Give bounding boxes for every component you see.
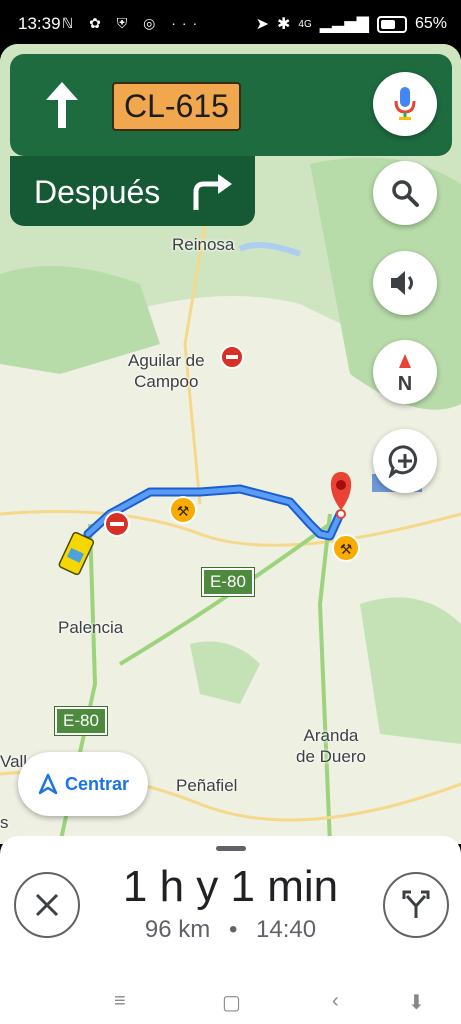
place-label: Reinosa — [172, 235, 235, 254]
voice-search-button[interactable] — [373, 72, 437, 136]
battery-level — [380, 19, 395, 29]
road-name-badge: CL-615 — [112, 82, 241, 131]
no-entry-icon — [104, 511, 130, 537]
home-icon[interactable]: ▢ — [222, 990, 241, 1015]
svg-text:N: N — [398, 373, 412, 392]
vehicle-icon — [58, 531, 95, 576]
no-entry-icon — [220, 345, 244, 369]
trip-distance: 96 km — [144, 916, 211, 943]
turn-right-icon — [193, 174, 232, 210]
destination-pin-icon[interactable] — [330, 472, 352, 519]
status-bar: 13:39 ℕ ✿ ⛨ ◎ ··· ➤ ✱ 4G ▂▃▅▇ 65% — [0, 0, 461, 44]
recenter-label: Centrar — [64, 773, 130, 794]
status-right: ➤ ✱ 4G ▂▃▅▇ 65% — [256, 14, 447, 34]
trip-sheet: 1 h y 1 min 96 km • 14:40 — [0, 836, 461, 986]
road-shield: E-80 — [54, 706, 108, 736]
separator-dot: • — [228, 916, 238, 943]
microphone-icon — [394, 87, 416, 120]
svg-text:⚒: ⚒ — [340, 541, 353, 557]
alternate-routes-button[interactable] — [383, 872, 449, 938]
roadwork-icon: ⚒ — [169, 496, 197, 524]
next-turn-label: Después — [34, 174, 161, 210]
compass-button[interactable]: N — [373, 340, 437, 404]
battery-icon — [376, 15, 407, 33]
volume-icon — [391, 271, 413, 295]
report-button[interactable] — [373, 429, 437, 493]
menu-icon[interactable]: ≡ — [114, 990, 126, 1013]
sound-button[interactable] — [373, 251, 437, 315]
signal-label: 4G — [298, 18, 312, 30]
recenter-button[interactable]: Centrar — [18, 752, 148, 816]
compass-north-icon: N — [398, 354, 412, 392]
road-shield: E-80 — [201, 567, 255, 597]
roadwork-icon: ⚒ — [332, 534, 360, 562]
fork-routes-icon — [402, 890, 430, 918]
status-time: 13:39 — [18, 14, 61, 33]
back-icon[interactable]: ‹ — [332, 990, 339, 1013]
location-icon: ➤ — [255, 16, 269, 33]
sheet-handle[interactable] — [216, 846, 246, 851]
assistant-icon[interactable]: ⬇ — [408, 990, 425, 1015]
system-nav-bar: ≡ ▢ ‹ ⬇ — [0, 986, 461, 1024]
notification-icons: ℕ ✿ ⛨ ◎ ··· — [62, 15, 204, 31]
navigation-arrow-icon — [38, 773, 58, 795]
place-label: Aranda de Duero — [296, 726, 366, 766]
search-button[interactable] — [373, 161, 437, 225]
place-label: Aguilar de Campoo — [128, 351, 205, 391]
place-label: Palencia — [58, 618, 124, 637]
signal-icon: ▂▃▅▇ — [319, 16, 369, 33]
battery-percent: 65% — [414, 15, 447, 32]
search-icon — [392, 180, 419, 207]
next-turn-card[interactable]: Después — [10, 156, 255, 226]
svg-text:⚒: ⚒ — [177, 503, 190, 519]
add-report-icon — [388, 445, 418, 478]
place-label: s — [0, 813, 9, 832]
place-label: Peñafiel — [176, 776, 238, 795]
straight-arrow-icon — [46, 82, 78, 128]
arrival-time: 14:40 — [256, 916, 317, 943]
bluetooth-icon: ✱ — [277, 16, 291, 33]
